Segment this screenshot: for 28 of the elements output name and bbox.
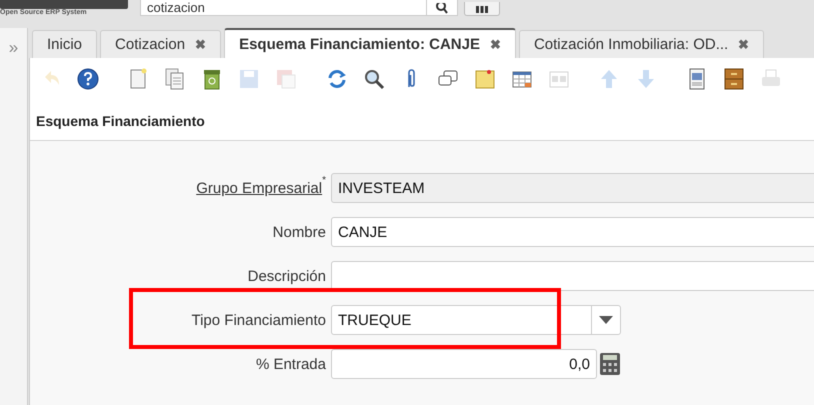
tab[interactable]: Cotización Inmobiliaria: OD... ✖ [518, 30, 764, 58]
field-label: % Entrada [256, 356, 326, 372]
search-field[interactable]: cotizacion [140, 0, 458, 16]
field-label: Nombre [272, 224, 326, 240]
field-label: Tipo Financiamiento [191, 312, 326, 328]
tab[interactable]: Esquema Financiamiento: CANJE ✖ [224, 28, 516, 58]
bar-chart-icon [475, 5, 489, 13]
field-label: Descripción [248, 268, 326, 284]
required-mark: * [322, 176, 326, 186]
tab[interactable]: Inicio [32, 30, 98, 58]
dropdown-field[interactable]: TRUEQUE [331, 305, 621, 335]
help-icon[interactable] [76, 67, 100, 91]
caret-icon [599, 316, 613, 324]
menu-button[interactable] [464, 2, 500, 16]
panel-title: Esquema Financiamiento [36, 113, 205, 129]
field-label-link[interactable]: Grupo Empresarial [196, 180, 322, 196]
input-field[interactable]: INVESTEAM [331, 173, 814, 203]
input-field[interactable]: CANJE [331, 217, 814, 247]
close-tab-button[interactable]: ✖ [195, 37, 206, 52]
search-icon[interactable] [435, 3, 449, 15]
input-field[interactable]: 0,0 [331, 349, 597, 379]
cabinet-icon[interactable] [722, 67, 746, 91]
tab[interactable]: Cotizacion ✖ [100, 30, 222, 58]
close-tab-button[interactable]: ✖ [490, 36, 501, 52]
calculator-icon[interactable] [599, 352, 621, 376]
close-tab-button[interactable]: ✖ [738, 37, 750, 52]
sticky-note-icon[interactable] [472, 67, 496, 91]
input-field[interactable] [331, 261, 814, 291]
